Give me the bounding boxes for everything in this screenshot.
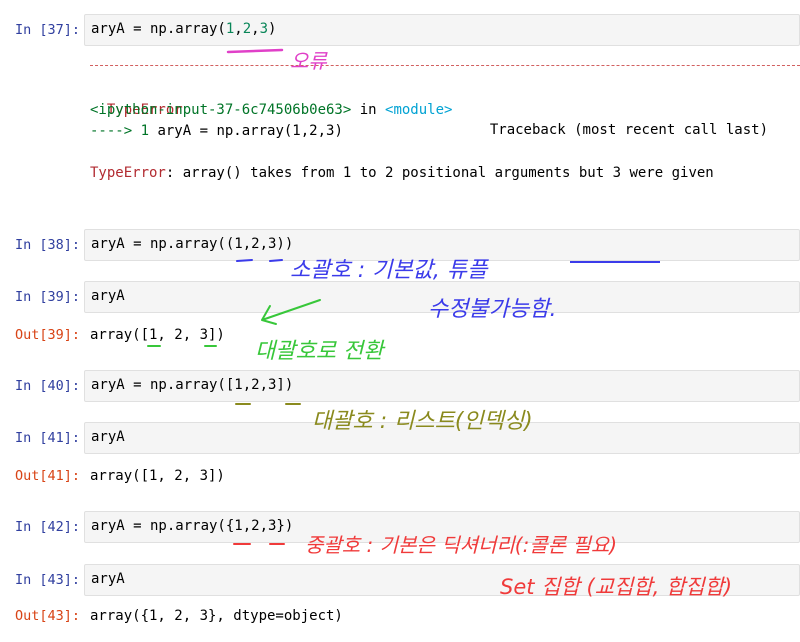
code-cell-41[interactable]: aryA: [84, 422, 800, 454]
code-cell-43[interactable]: aryA: [84, 564, 800, 596]
annotation-converted-text: 대괄호로 전환: [255, 339, 386, 364]
annotation-error: 오류: [226, 48, 328, 73]
out-prompt-39: Out[39]:: [14, 327, 80, 343]
arrow-code: aryA = np.array(1,2,3): [157, 123, 343, 139]
error-message-type: TypeError: [90, 165, 166, 181]
in-prompt-42: In [42]:: [14, 519, 80, 535]
module-ref: <module>: [385, 102, 453, 118]
code-comma: ,: [234, 21, 243, 37]
code-number: 2: [242, 21, 252, 37]
annotation-tuple-line1: 소괄호 : 기본값, 튜플: [290, 258, 489, 283]
code-cell-37[interactable]: aryA = np.array(1,2,3): [84, 14, 800, 46]
output-43: array({1, 2, 3}, dtype=object): [90, 608, 343, 624]
input-ref: <ipython-input-37-6c74506b0e63>: [90, 102, 352, 118]
output-39: array([1, 2, 3]): [90, 327, 225, 343]
code-cell-39[interactable]: aryA: [84, 281, 800, 313]
error-message: TypeError: array() takes from 1 to 2 pos…: [90, 163, 714, 183]
output-41: array([1, 2, 3]): [90, 468, 225, 484]
in-word: in: [351, 102, 386, 118]
traceback-separator: [90, 65, 800, 66]
traceback-location: <ipython-input-37-6c74506b0e63> in <modu…: [90, 100, 452, 120]
out-prompt-43: Out[43]:: [14, 608, 80, 624]
in-prompt-39: In [39]:: [14, 289, 80, 305]
error-message-text: : array() takes from 1 to 2 positional a…: [165, 165, 714, 181]
in-prompt-43: In [43]:: [14, 572, 80, 588]
in-prompt-38: In [38]:: [14, 237, 80, 253]
code-comma: ,: [251, 21, 260, 37]
traceback-arrow-line: ----> 1 aryA = np.array(1,2,3): [90, 121, 343, 141]
code-cell-40[interactable]: aryA = np.array([1,2,3]): [84, 370, 800, 402]
code-cell-38[interactable]: aryA = np.array((1,2,3)): [84, 229, 800, 261]
in-prompt-40: In [40]:: [14, 378, 80, 394]
code-number: 3: [259, 21, 269, 37]
arrow: ----> 1: [90, 123, 158, 139]
in-prompt-37: In [37]:: [14, 22, 80, 38]
code-cell-42[interactable]: aryA = np.array({1,2,3}): [84, 511, 800, 543]
traceback-label: Traceback (most recent call last): [489, 122, 768, 138]
in-prompt-41: In [41]:: [14, 430, 80, 446]
annotation-error-text: 오류: [290, 49, 328, 73]
code-text: aryA = np.array(: [91, 21, 226, 37]
code-text: ): [268, 21, 277, 37]
out-prompt-41: Out[41]:: [14, 468, 80, 484]
